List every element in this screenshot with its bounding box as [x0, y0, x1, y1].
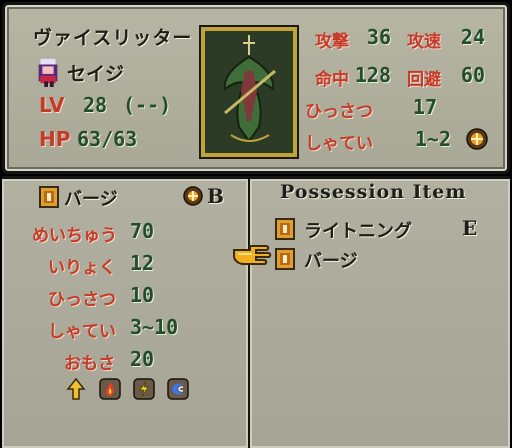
weapon-weight-label: おもさ: [64, 354, 115, 374]
tome-icon: [39, 186, 59, 208]
wind-icon: [167, 378, 189, 400]
weapon-might-label: いりょく: [48, 258, 116, 278]
inventory-title: Possession Item: [280, 181, 467, 203]
stat-label-critical: ひっさつ: [305, 102, 373, 122]
stat-value-range: 1~2: [414, 127, 451, 151]
weapon-hit-value: 70: [130, 219, 155, 243]
inventory-panel: Possession Item ライトニング E バージ: [250, 176, 510, 448]
stat-label-range: しゃてい: [305, 134, 373, 154]
equipped-marker: E: [462, 216, 478, 240]
unit-map-sprite-icon: [38, 58, 58, 87]
pointing-hand-cursor-icon: [233, 245, 272, 265]
hp-value: 63/63: [77, 127, 138, 151]
stat-value-attack: 36: [366, 25, 391, 49]
weapon-detail-panel: バージ B めいちゅう 70 いりょく 12 ひっさつ 10 しゃてい 3~10…: [2, 176, 250, 448]
fire-icon: [99, 378, 121, 400]
weapon-name: バージ: [64, 189, 118, 210]
weapon-crit-label: ひっさつ: [48, 290, 116, 310]
stat-value-hit: 128: [354, 63, 391, 87]
unit-class-name: ヴァイスリッター: [33, 27, 193, 49]
stat-label-avoid: 回避: [407, 70, 441, 90]
tome-icon: [275, 248, 295, 270]
experience-value: (--): [123, 93, 172, 117]
stat-value-critical: 17: [412, 95, 437, 119]
inventory-item-1[interactable]: ライトニング E: [274, 216, 494, 243]
stat-label-attack-speed: 攻速: [407, 32, 441, 52]
unit-name: セイジ: [67, 63, 125, 85]
weapon-might-value: 12: [130, 251, 155, 275]
level-value: 28: [83, 93, 108, 117]
weapon-type-icon: [183, 186, 203, 206]
holy-arrow-icon: [66, 377, 86, 400]
weapon-weight-value: 20: [130, 347, 155, 371]
unit-portrait: [201, 27, 297, 157]
stat-value-avoid: 60: [460, 63, 485, 87]
inventory-item-2[interactable]: バージ: [274, 247, 494, 273]
weapon-crit-value: 10: [130, 283, 155, 307]
magic-orb-icon: [466, 128, 488, 150]
weapon-range-value: 3~10: [130, 315, 179, 339]
level-label: LV: [39, 93, 65, 117]
thunder-icon: [133, 378, 155, 400]
stat-value-attack-speed: 24: [460, 25, 485, 49]
inventory-item-name: バージ: [304, 251, 358, 272]
hp-label: HP: [39, 127, 71, 151]
weapon-hit-label: めいちゅう: [32, 226, 117, 246]
stat-label-attack: 攻撃: [315, 32, 349, 52]
weapon-range-label: しゃてい: [48, 322, 116, 342]
tome-icon: [275, 218, 295, 240]
unit-status-panel: ヴァイスリッター セイジ LV 28 (--) HP 63/63 攻撃 36 攻…: [2, 2, 510, 174]
weapon-rank: B: [207, 184, 224, 208]
inventory-item-name: ライトニング: [304, 221, 412, 242]
